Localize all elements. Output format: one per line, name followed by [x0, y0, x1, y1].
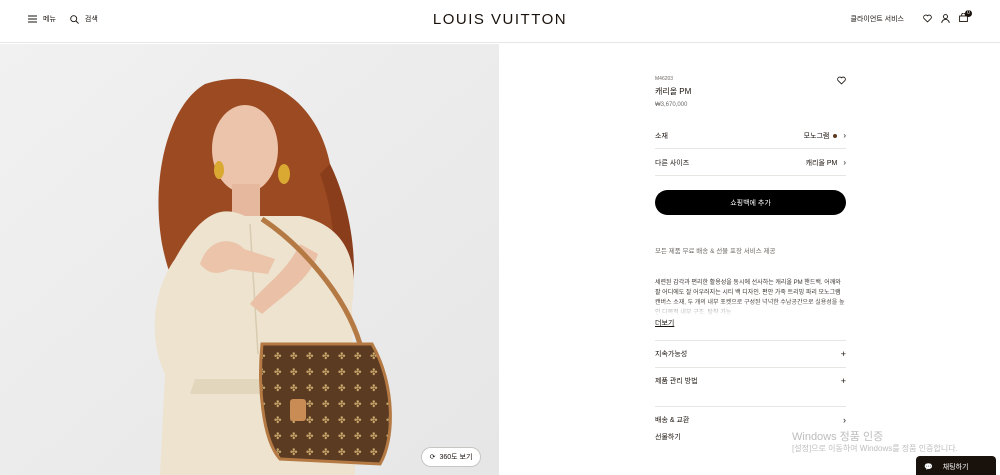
model-with-bag-illustration: ✤	[0, 44, 499, 475]
cart-count-badge: 0	[965, 10, 972, 17]
product-price: ₩3,670,000	[655, 102, 688, 108]
cart-button[interactable]: 0	[959, 10, 972, 24]
windows-activation-title: Windows 정품 인증	[792, 431, 884, 443]
client-service-link[interactable]: 클라이언트 서비스	[851, 14, 904, 24]
material-option-label: 소재	[655, 132, 668, 140]
accordion-label: 지속가능성	[655, 351, 688, 358]
add-to-bag-label: 쇼핑백에 추가	[730, 199, 771, 207]
site-header: 메뉴 검색 LOUIS VUITTON 클라이언트 서비스 0	[0, 0, 1000, 43]
chat-bubble-icon: 💬	[924, 464, 933, 471]
product-sku: M46203	[655, 76, 674, 82]
wishlist-heart-icon[interactable]	[837, 76, 846, 85]
add-to-bag-button[interactable]: 쇼핑백에 추가	[655, 190, 846, 215]
size-option-value: 캐리올 PM	[805, 159, 838, 167]
plus-icon: +	[840, 349, 846, 359]
brand-logo-text: LOUIS VUITTON	[432, 11, 568, 28]
windows-activation-text: [설정]으로 이동하여 Windows를 정품 인증합니다.	[792, 444, 958, 453]
material-option-row[interactable]: 소재 모노그램 ›	[655, 123, 846, 149]
chat-label: 채팅하기	[942, 464, 969, 471]
accordion-label: 제품 관리 방법	[655, 378, 698, 385]
accordion-label: 선물하기	[655, 433, 681, 441]
size-option-label: 다른 사이즈	[655, 159, 690, 167]
chevron-right-icon: ›	[843, 158, 846, 167]
accordion-care[interactable]: 제품 관리 방법 +	[655, 367, 846, 394]
accordion-sustainability[interactable]: 지속가능성 +	[655, 340, 846, 367]
view-360-label: 360도 보기	[439, 454, 473, 461]
account-icon[interactable]	[941, 14, 950, 23]
material-swatch	[833, 133, 838, 138]
read-more-link[interactable]: 더보기	[655, 318, 674, 328]
product-hero-image[interactable]: ✤ ⟳ 360도 보기	[0, 44, 499, 475]
description-fade	[655, 300, 846, 316]
header-right: 클라이언트 서비스 0	[851, 10, 972, 24]
size-option-row[interactable]: 다른 사이즈 캐리올 PM ›	[655, 150, 846, 176]
rotate-360-icon: ⟳	[429, 454, 436, 461]
chevron-right-icon: ›	[843, 131, 846, 140]
chat-button[interactable]: 💬 채팅하기	[916, 456, 996, 475]
product-name: 캐리올 PM	[655, 87, 692, 96]
view-360-button[interactable]: ⟳ 360도 보기	[421, 447, 481, 467]
material-option-value: 모노그램	[803, 132, 830, 140]
shipping-note: 모든 제품 무료 배송 & 선물 포장 서비스 제공	[655, 248, 776, 255]
plus-icon: +	[840, 376, 846, 386]
product-info: M46203 캐리올 PM ₩3,670,000	[655, 76, 846, 108]
heart-icon[interactable]	[923, 14, 932, 23]
